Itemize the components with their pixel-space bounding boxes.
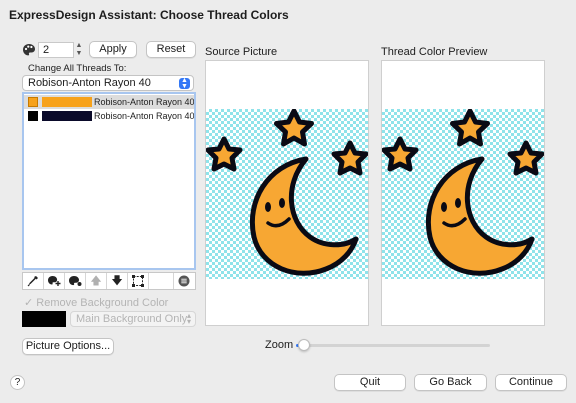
select-all-icon[interactable] xyxy=(128,273,149,289)
background-mode-value: Main Background Only xyxy=(76,313,188,325)
color-count-field[interactable]: 2 xyxy=(38,42,74,58)
thread-color-bar xyxy=(42,97,92,107)
help-button[interactable]: ? xyxy=(10,375,25,390)
arrow-up-icon[interactable]: 🡅 xyxy=(86,273,107,289)
moon-stars-preview-image xyxy=(382,109,544,276)
thread-list[interactable]: Robison-Anton Rayon 40 23 Robison-Anton … xyxy=(22,92,196,270)
source-picture-label: Source Picture xyxy=(205,46,278,58)
thread-row[interactable]: Robison-Anton Rayon 40 22 xyxy=(24,109,194,123)
change-all-value: Robison-Anton Rayon 40 xyxy=(28,77,151,89)
reset-button[interactable]: Reset xyxy=(146,41,196,58)
go-back-button[interactable]: Go Back xyxy=(414,374,487,391)
color-count-stepper[interactable]: 2 ▲ ▼ xyxy=(22,42,84,58)
thread-color-bar xyxy=(42,111,92,121)
window-title: ExpressDesign Assistant: Choose Thread C… xyxy=(9,8,289,22)
apply-button[interactable]: Apply xyxy=(89,41,137,58)
palette-add-icon[interactable] xyxy=(44,273,65,289)
thread-toolbar: 🡅 🡇 xyxy=(22,272,196,290)
chevron-updown-icon: ▴ ▾ xyxy=(186,311,191,326)
arrow-down-icon[interactable]: 🡇 xyxy=(107,273,128,289)
menu-icon[interactable] xyxy=(173,273,194,289)
thread-preview-panel xyxy=(381,60,545,326)
source-picture-panel xyxy=(205,60,369,326)
stepper-arrows-icon[interactable]: ▲ ▼ xyxy=(74,42,84,58)
thread-preview-label: Thread Color Preview xyxy=(381,46,488,58)
thread-row[interactable]: Robison-Anton Rayon 40 23 xyxy=(24,95,194,109)
zoom-slider[interactable] xyxy=(296,339,490,351)
quit-button[interactable]: Quit xyxy=(334,374,406,391)
thread-swatch xyxy=(28,97,38,107)
thread-swatch xyxy=(28,111,38,121)
remove-background-label: Remove Background Color xyxy=(36,297,169,309)
picture-options-button[interactable]: Picture Options... xyxy=(22,338,114,355)
change-all-label: Change All Threads To: xyxy=(28,63,127,74)
thread-label: Robison-Anton Rayon 40 23 xyxy=(94,97,194,107)
remove-background-checkbox[interactable]: ✓ Remove Background Color xyxy=(24,296,168,309)
palette-icon[interactable] xyxy=(65,273,86,289)
background-color-swatch[interactable] xyxy=(22,311,66,327)
moon-stars-image xyxy=(206,109,368,276)
checkmark-icon: ✓ xyxy=(24,297,34,309)
thread-label: Robison-Anton Rayon 40 22 xyxy=(94,111,194,121)
chevron-updown-icon: ▲ ▼ xyxy=(179,77,190,90)
palette-icon xyxy=(22,43,36,57)
zoom-label: Zoom xyxy=(265,339,294,351)
eyedropper-icon[interactable] xyxy=(23,273,44,289)
continue-button[interactable]: Continue xyxy=(495,374,567,391)
background-mode-select[interactable]: Main Background Only ▴ ▾ xyxy=(70,311,196,327)
change-all-select[interactable]: Robison-Anton Rayon 40 ▲ ▼ xyxy=(22,75,194,91)
zoom-slider-thumb[interactable] xyxy=(298,339,310,351)
